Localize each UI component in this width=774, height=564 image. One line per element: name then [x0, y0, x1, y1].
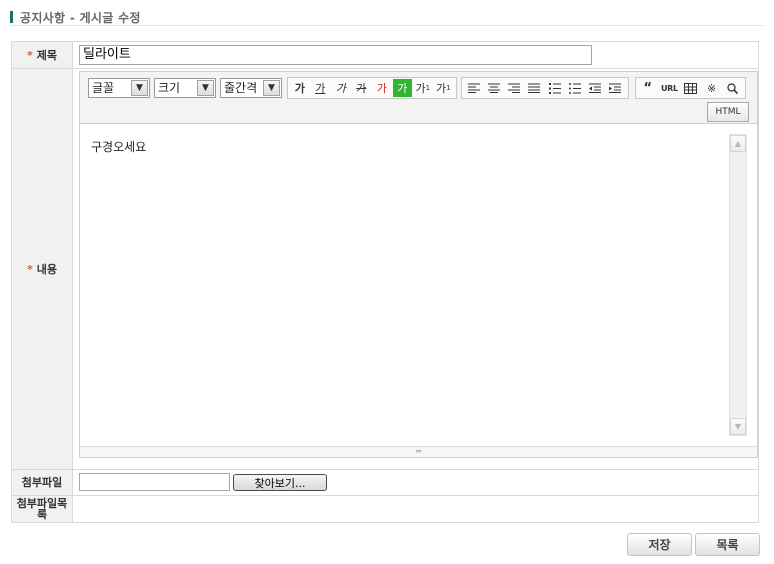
superscript-button[interactable]: 가1: [413, 79, 433, 97]
subject-input[interactable]: 딜라이트: [79, 45, 592, 65]
italic-button[interactable]: 가: [331, 79, 351, 97]
browse-button[interactable]: 찾아보기...: [233, 474, 327, 491]
content-label: * 내용: [12, 69, 73, 469]
editor-resize-handle[interactable]: ═: [80, 446, 757, 457]
quote-icon[interactable]: “: [638, 79, 658, 97]
superscript-label: 가: [415, 82, 426, 95]
background-color-button[interactable]: 가: [392, 79, 412, 97]
subject-row: * 제목 딜라이트: [12, 42, 758, 69]
font-select-value: 글꼴: [92, 81, 115, 95]
attachment-row: 첨부파일 찾아보기...: [12, 470, 758, 496]
underline-button[interactable]: 가: [311, 79, 331, 97]
attachment-label: 첨부파일: [12, 470, 73, 495]
editor-content-area[interactable]: 구경오세요 ▲ ▼: [80, 125, 757, 445]
subject-label: * 제목: [12, 42, 73, 68]
attachment-file-input[interactable]: [79, 473, 230, 491]
heading-marker: [10, 11, 13, 23]
required-mark: *: [26, 48, 33, 62]
subscript-button[interactable]: 가1: [434, 79, 454, 97]
special-char-icon[interactable]: ※: [702, 79, 722, 97]
rich-text-editor: 글꼴 ▼ 크기 ▼ 줄간격 ▼ 가 가 가 가 가 가 가 1 가 1 “ UR…: [79, 71, 758, 458]
bold-button[interactable]: 가: [290, 79, 310, 97]
align-left-icon[interactable]: [464, 79, 483, 97]
list-button[interactable]: 목록: [695, 533, 760, 556]
post-edit-form: * 제목 딜라이트 * 내용 글꼴 ▼ 크기 ▼ 줄간격 ▼ 가 가 가 가 가…: [11, 41, 759, 523]
editor-content-text: 구경오세요: [91, 140, 147, 154]
subscript-label: 가: [435, 82, 447, 95]
html-mode-button[interactable]: HTML: [707, 102, 749, 122]
lineheight-select[interactable]: 줄간격 ▼: [220, 78, 282, 98]
scroll-down-icon[interactable]: ▼: [730, 418, 746, 435]
chevron-down-icon: ▼: [197, 80, 214, 96]
heading-divider: [10, 25, 764, 26]
size-select-value: 크기: [158, 81, 181, 95]
resize-grip-icon: ═: [416, 447, 421, 456]
chevron-down-icon: ▼: [131, 80, 148, 96]
paragraph-format-group: [461, 77, 629, 99]
size-select[interactable]: 크기 ▼: [154, 78, 216, 98]
attachment-list-row: 첨부파일목록: [12, 496, 758, 522]
font-color-button[interactable]: 가: [372, 79, 392, 97]
unordered-list-icon[interactable]: [565, 79, 584, 97]
save-button[interactable]: 저장: [627, 533, 692, 556]
align-justify-icon[interactable]: [525, 79, 544, 97]
ordered-list-icon[interactable]: [545, 79, 564, 97]
align-right-icon[interactable]: [505, 79, 524, 97]
lineheight-select-value: 줄간격: [224, 81, 258, 95]
content-row: * 내용 글꼴 ▼ 크기 ▼ 줄간격 ▼ 가 가 가 가 가 가 가 1 가 1…: [12, 69, 758, 470]
indent-icon[interactable]: [606, 79, 625, 97]
editor-toolbar: 글꼴 ▼ 크기 ▼ 줄간격 ▼ 가 가 가 가 가 가 가 1 가 1 “ UR…: [80, 72, 757, 124]
page-heading: 공지사항 - 게시글 수정: [10, 9, 141, 25]
editor-scrollbar[interactable]: ▲ ▼: [729, 134, 747, 436]
search-icon[interactable]: [722, 79, 742, 97]
scroll-up-icon[interactable]: ▲: [730, 135, 746, 152]
content-label-text: 내용: [36, 262, 57, 276]
chevron-down-icon: ▼: [263, 80, 280, 96]
required-mark: *: [26, 262, 33, 276]
table-icon[interactable]: [681, 79, 701, 97]
align-center-icon[interactable]: [484, 79, 503, 97]
insert-group: “ URL ※: [635, 77, 746, 99]
subject-label-text: 제목: [36, 48, 57, 62]
strikethrough-button[interactable]: 가: [352, 79, 372, 97]
attachment-list-label: 첨부파일목록: [12, 496, 73, 522]
text-format-group: 가 가 가 가 가 가 가1 가1: [287, 77, 457, 99]
page-title: 공지사항 - 게시글 수정: [20, 10, 141, 25]
font-select[interactable]: 글꼴 ▼: [88, 78, 150, 98]
outdent-icon[interactable]: [586, 79, 605, 97]
link-url-button[interactable]: URL: [659, 79, 681, 97]
